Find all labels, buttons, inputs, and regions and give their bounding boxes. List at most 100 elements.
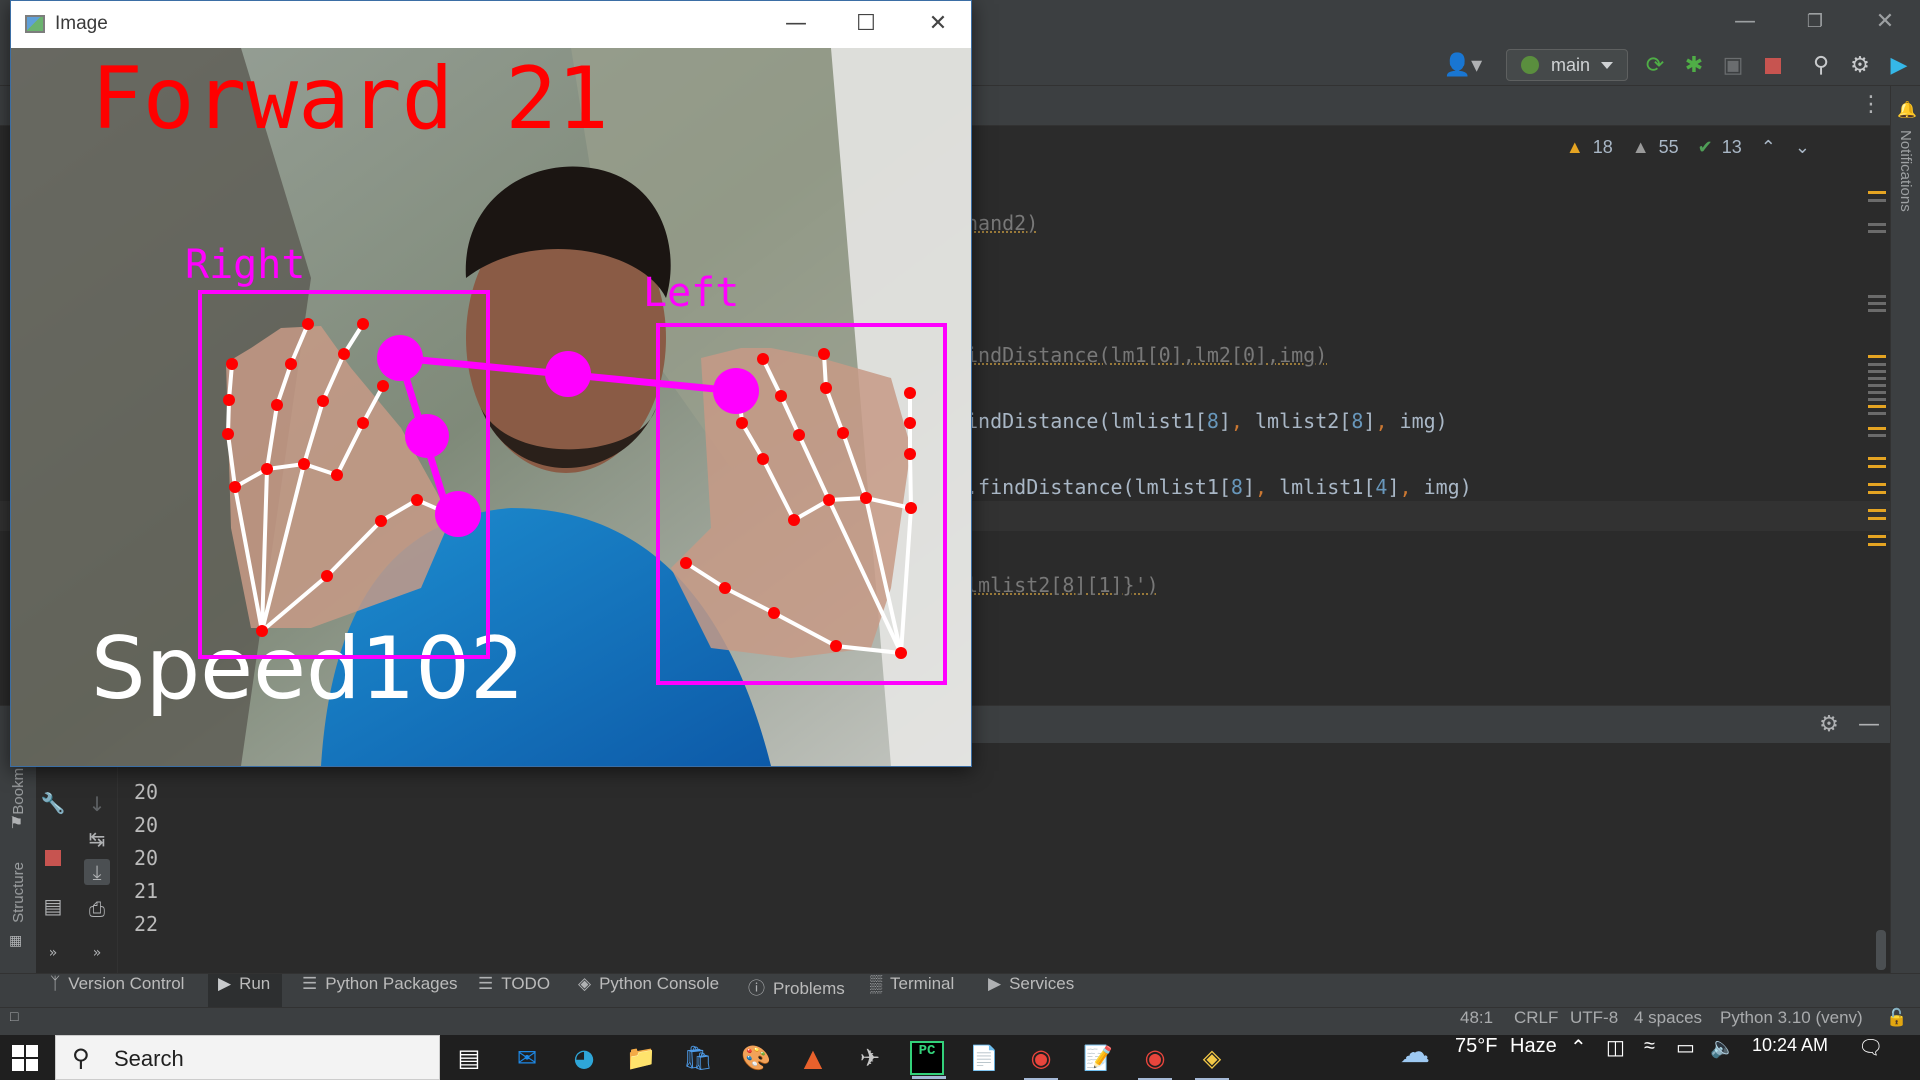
close-button[interactable]: ✕ (915, 9, 961, 39)
task-view-icon[interactable]: ▤ (452, 1041, 486, 1075)
close-button[interactable]: ✕ (1862, 8, 1908, 36)
coverage-icon[interactable]: ▣ (1720, 53, 1746, 79)
file-explorer-icon[interactable]: 📁 (624, 1041, 658, 1075)
tab-run[interactable]: ▶ Run (208, 974, 283, 1008)
tab-terminal[interactable]: ▒ Terminal (870, 974, 954, 1008)
panel-toggle-icon[interactable]: □ (10, 1008, 18, 1036)
console-scrollbar[interactable] (1876, 930, 1886, 970)
camera-frame: Forward 21 Speed102 Right Left (11, 48, 971, 766)
console-output: 20 20 20 21 22 (134, 776, 158, 941)
stop-button[interactable] (1760, 53, 1786, 79)
weather-temp[interactable]: 75°F (1455, 1035, 1497, 1080)
print-icon[interactable]: ⎙ (84, 896, 110, 922)
jet-icon[interactable]: ✈ (853, 1041, 887, 1075)
python-interpreter[interactable]: Python 3.10 (venv) (1720, 1008, 1863, 1036)
chevron-down-icon (1601, 62, 1613, 69)
clock[interactable]: 10:24 AM (1752, 1035, 1828, 1080)
info-icon: ⓘ (748, 979, 765, 998)
edge-icon[interactable]: ◕ (567, 1041, 601, 1075)
chevron-down-icon[interactable]: ⌄ (1795, 137, 1810, 157)
volume-icon[interactable]: 🔈 (1710, 1035, 1735, 1080)
code-line: hand2) (966, 211, 1039, 235)
run-config-select[interactable]: main (1506, 49, 1628, 81)
paint-icon[interactable]: 🎨 (739, 1041, 773, 1075)
pycharm-icon[interactable]: PC (910, 1041, 946, 1079)
weather-cloud-icon[interactable]: ☁ (1400, 1035, 1430, 1080)
status-bar: □ 48:1 CRLF UTF-8 4 spaces Python 3.10 (… (0, 1007, 1920, 1035)
warning-count: 18 (1592, 137, 1613, 157)
run-config-label: main (1551, 55, 1591, 75)
image-window[interactable]: Image — ☐ ✕ Forward 21 Speed102 Right Le… (10, 0, 972, 767)
tab-version-control[interactable]: ᛉ Version Control (50, 974, 184, 1008)
caret-position[interactable]: 48:1 (1460, 1008, 1493, 1036)
console-line: 21 (134, 879, 159, 903)
error-stripe[interactable] (1868, 127, 1890, 667)
toolbox-icon[interactable]: ▶ (1886, 53, 1912, 79)
code-line: indDistance(lmlist1[8], lmlist2[8], img) (966, 409, 1448, 433)
typo-check-icon: ✔ (1697, 137, 1713, 157)
tab-problems[interactable]: ⓘ Problems (748, 974, 845, 1008)
chevron-up-icon[interactable]: ⌃ (1570, 1035, 1587, 1080)
meet-now-icon[interactable]: ◫ (1606, 1035, 1625, 1080)
code-line: lmlist2[8][1]}') (966, 573, 1159, 597)
code-line: .findDistance(lmlist1[8], lmlist1[4], im… (966, 475, 1472, 499)
restore-button[interactable]: ❐ (1792, 8, 1838, 36)
chevron-up-icon[interactable]: ⌃ (1761, 137, 1776, 157)
weak-warning-icon: ▲ (1631, 137, 1650, 157)
matlab-icon[interactable]: ▲ (796, 1041, 830, 1075)
user-account-icon[interactable]: 👤▾ (1440, 53, 1486, 79)
layout-icon[interactable]: ▤ (40, 893, 66, 919)
action-center-icon[interactable]: 🗨 (1858, 1035, 1883, 1080)
inspections-widget[interactable]: ▲ 18 ▲ 55 ✔ 13 ⌃ ⌄ (1552, 137, 1810, 158)
soft-wrap-icon[interactable]: ↹ (84, 826, 110, 852)
settings-gear-icon[interactable]: ⚙ (1847, 53, 1873, 79)
more-icon[interactable]: » (84, 940, 110, 966)
search-icon[interactable]: ⚲ (1808, 53, 1834, 79)
chrome-icon[interactable]: ◉ (1024, 1041, 1058, 1080)
notifications-tab[interactable]: Notifications (1897, 130, 1914, 212)
bell-icon[interactable]: 🔔 (1897, 100, 1917, 119)
start-button[interactable] (12, 1045, 38, 1071)
python-icon (1521, 56, 1539, 74)
structure-tab[interactable]: Structure (10, 862, 27, 923)
more-options-icon[interactable]: ⋮ (1858, 92, 1884, 118)
office-icon[interactable]: 📄 (967, 1041, 1001, 1075)
bookmarks-tab[interactable]: Bookm (10, 768, 27, 815)
taskbar-search[interactable]: ⚲ Search (55, 1035, 440, 1080)
scroll-to-end-icon[interactable]: ⤓ (84, 859, 110, 885)
weather-desc[interactable]: Haze (1510, 1035, 1557, 1080)
tab-services[interactable]: ▶ Services (988, 974, 1074, 1008)
warning-icon: ▲ (1565, 137, 1584, 157)
lock-icon[interactable]: 🔓 (1886, 1008, 1907, 1036)
file-encoding[interactable]: UTF-8 (1570, 1008, 1618, 1036)
battery-icon[interactable]: ▭ (1676, 1035, 1695, 1080)
debug-icon[interactable]: ✱ (1681, 53, 1707, 79)
indent-setting[interactable]: 4 spaces (1634, 1008, 1702, 1036)
search-placeholder: Search (114, 1046, 184, 1071)
chrome-icon[interactable]: ◉ (1138, 1041, 1172, 1080)
weak-warning-count: 55 (1658, 137, 1679, 157)
command-overlay: Forward 21 (91, 49, 609, 149)
more-icon[interactable]: » (40, 940, 66, 966)
settings-gear-icon[interactable]: ⚙ (1816, 712, 1842, 738)
wifi-icon[interactable]: ≈ (1644, 1035, 1655, 1080)
tab-todo[interactable]: ☰ TODO (478, 974, 550, 1008)
tab-python-console[interactable]: ◈ Python Console (578, 974, 719, 1008)
line-separator[interactable]: CRLF (1514, 1008, 1558, 1036)
image-window-title-bar[interactable]: Image — ☐ ✕ (11, 1, 971, 48)
rerun-icon[interactable]: ⟳ (1642, 53, 1668, 79)
bookmark-icon: ⚑ (9, 813, 24, 832)
minimize-button[interactable]: — (773, 9, 819, 39)
mail-icon[interactable]: ✉ (510, 1041, 544, 1075)
run-console[interactable] (0, 743, 1890, 973)
notepad-icon[interactable]: 📝 (1081, 1041, 1115, 1075)
wrench-icon[interactable]: 🔧 (40, 790, 66, 816)
minimize-button[interactable]: — (1722, 8, 1768, 36)
python-icon[interactable]: ◈ (1195, 1041, 1229, 1080)
maximize-button[interactable]: ☐ (843, 9, 889, 39)
store-icon[interactable]: 🛍 (681, 1041, 715, 1075)
hide-panel-icon[interactable]: — (1856, 712, 1882, 738)
arrow-down-icon[interactable]: ↓ (84, 791, 110, 817)
stop-button[interactable] (40, 843, 66, 869)
tab-python-packages[interactable]: ☰ Python Packages (302, 974, 458, 1008)
